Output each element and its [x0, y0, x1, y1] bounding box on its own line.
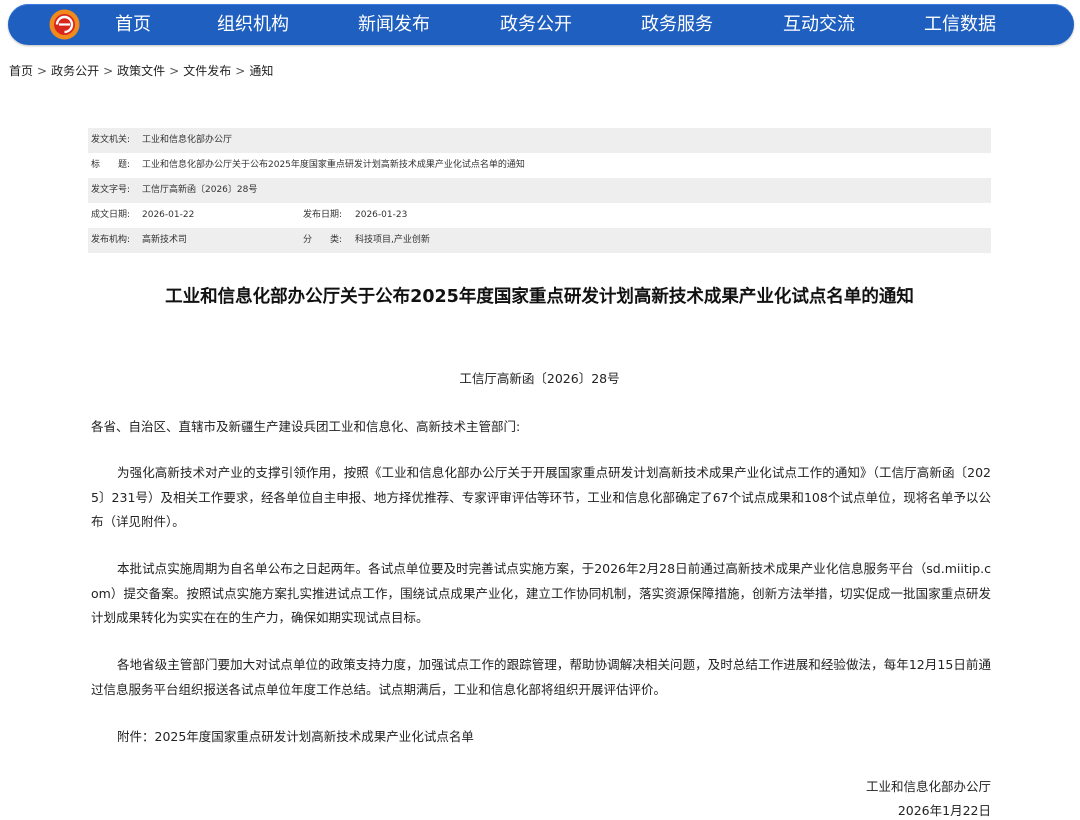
breadcrumb-separator: > [235, 64, 246, 78]
meta-value-written-date: 2026-01-22 [142, 210, 195, 220]
meta-label: 分 类: [303, 235, 343, 245]
breadcrumb-government-affairs[interactable]: 政务公开 [51, 64, 99, 78]
document-salutation: 各省、自治区、直辖市及新疆生产建设兵团工业和信息化、高新技术主管部门: [91, 419, 521, 434]
meta-label: 标 题: [91, 160, 131, 170]
document-paragraph: 为强化高新技术对产业的支撑引领作用，按照《工业和信息化部办公厅关于开展国家重点研… [91, 465, 991, 529]
breadcrumb-notice[interactable]: 通知 [249, 64, 273, 78]
meta-value-issuer: 工业和信息化部办公厅 [142, 135, 233, 145]
breadcrumb-separator: > [103, 64, 114, 78]
nav-item-news[interactable]: 新闻发布 [349, 4, 439, 45]
breadcrumb-separator: > [37, 64, 48, 78]
top-nav-bar: 首页 组织机构 新闻发布 政务公开 政务服务 互动交流 工信数据 [8, 4, 1074, 45]
document-attachment-link[interactable]: 附件：2025年度国家重点研发计划高新技术成果产业化试点名单 [91, 725, 991, 750]
meta-label: 发布日期: [303, 210, 343, 220]
document-date: 2026年1月22日 [897, 803, 991, 818]
breadcrumb-home[interactable]: 首页 [9, 64, 33, 78]
meta-value-published-date: 2026-01-23 [355, 210, 408, 220]
ministry-logo-icon[interactable] [48, 8, 81, 41]
meta-label: 成文日期: [91, 210, 131, 220]
breadcrumb: 首页 > 政务公开 > 政策文件 > 文件发布 > 通知 [9, 62, 273, 79]
document-paragraph: 各地省级主管部门要加大对试点单位的政策支持力度，加强试点工作的跟踪管理，帮助协调… [91, 657, 991, 697]
meta-value-title: 工业和信息化部办公厅关于公布2025年度国家重点研发计划高新技术成果产业化试点名… [142, 160, 525, 170]
document-metadata-table: 发文机关: 工业和信息化部办公厅 标 题: 工业和信息化部办公厅关于公布2025… [88, 128, 991, 253]
meta-value-category: 科技项目,产业创新 [355, 235, 430, 245]
breadcrumb-file-release[interactable]: 文件发布 [183, 64, 231, 78]
nav-item-interaction[interactable]: 互动交流 [774, 4, 864, 45]
document-signature: 工业和信息化部办公厅 [865, 779, 991, 794]
meta-row-org-category: 发布机构: 高新技术司 分 类: 科技项目,产业创新 [88, 228, 991, 253]
meta-value-doc-number: 工信厅高新函〔2026〕28号 [142, 185, 258, 195]
meta-label: 发布机构: [91, 235, 131, 245]
nav-item-data[interactable]: 工信数据 [915, 4, 1005, 45]
breadcrumb-policy-files[interactable]: 政策文件 [117, 64, 165, 78]
meta-label: 发文机关: [91, 135, 131, 145]
document-number: 工信厅高新函〔2026〕28号 [459, 371, 620, 386]
meta-row-title: 标 题: 工业和信息化部办公厅关于公布2025年度国家重点研发计划高新技术成果产… [88, 153, 991, 178]
meta-value-org: 高新技术司 [142, 235, 188, 245]
nav-item-home[interactable]: 首页 [103, 4, 163, 45]
document-title: 工业和信息化部办公厅关于公布2025年度国家重点研发计划高新技术成果产业化试点名… [165, 287, 914, 307]
nav-item-government-affairs[interactable]: 政务公开 [491, 4, 581, 45]
meta-row-dates: 成文日期: 2026-01-22 发布日期: 2026-01-23 [88, 203, 991, 228]
meta-label: 发文字号: [91, 185, 131, 195]
nav-item-government-services[interactable]: 政务服务 [632, 4, 722, 45]
document-paragraph: 本批试点实施周期为自名单公布之日起两年。各试点单位要及时完善试点实施方案，于20… [91, 561, 991, 625]
meta-row-doc-number: 发文字号: 工信厅高新函〔2026〕28号 [88, 178, 991, 203]
meta-row-issuer: 发文机关: 工业和信息化部办公厅 [88, 128, 991, 153]
breadcrumb-separator: > [169, 64, 180, 78]
nav-item-organization[interactable]: 组织机构 [208, 4, 298, 45]
